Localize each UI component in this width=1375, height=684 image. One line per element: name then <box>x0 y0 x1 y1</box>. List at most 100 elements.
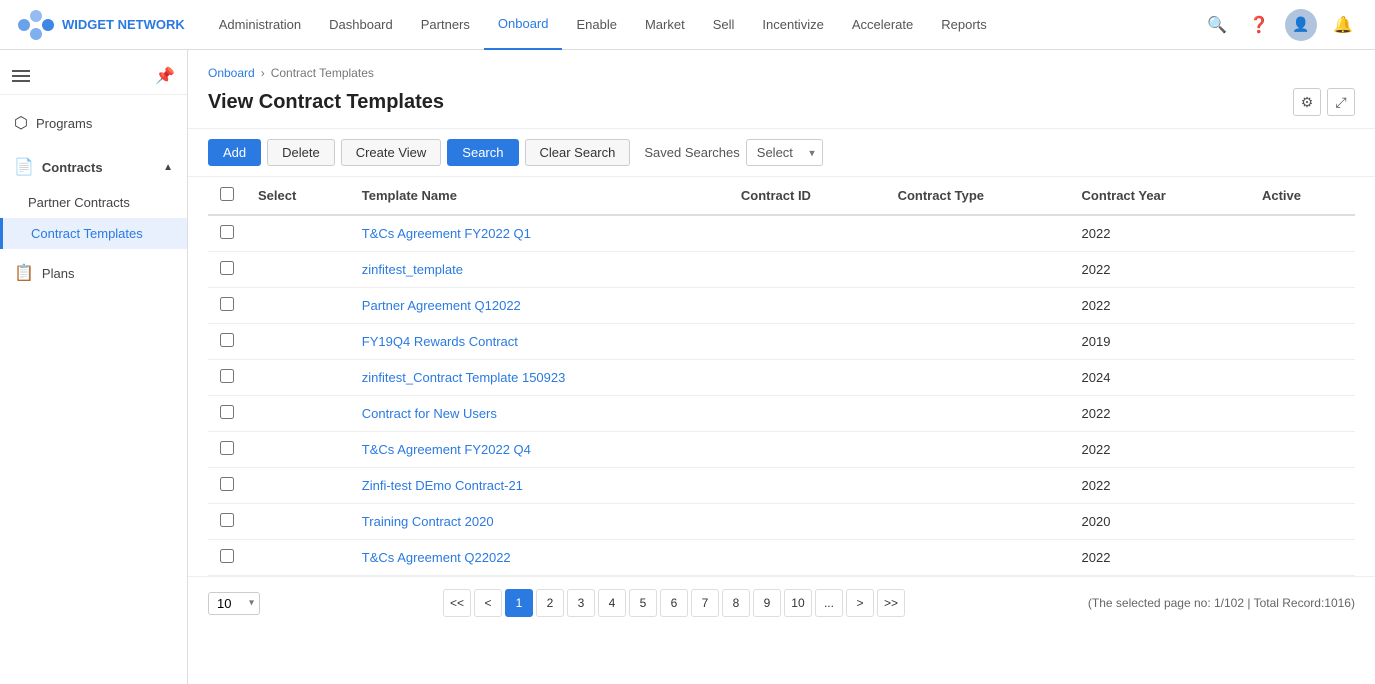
table-body: T&Cs Agreement FY2022 Q1 2022 zinfitest_… <box>208 215 1355 576</box>
hamburger-button[interactable] <box>12 70 30 82</box>
main-content: Onboard › Contract Templates View Contra… <box>188 50 1375 684</box>
search-nav-button[interactable]: 🔍 <box>1201 9 1233 41</box>
clear-search-button[interactable]: Clear Search <box>525 139 631 166</box>
page-btn-3[interactable]: 3 <box>567 589 595 617</box>
contracts-chevron: ▲ <box>163 162 173 173</box>
row-select-cell-4 <box>246 360 350 396</box>
settings-view-button[interactable]: ⚙ <box>1293 88 1321 116</box>
user-avatar[interactable]: 👤 <box>1285 9 1317 41</box>
row-contract-id-5 <box>729 396 886 432</box>
row-checkbox-0[interactable] <box>220 225 234 239</box>
pin-sidebar-button[interactable]: 📌 <box>155 66 175 86</box>
row-checkbox-cell <box>208 360 246 396</box>
row-checkbox-8[interactable] <box>220 513 234 527</box>
row-select-cell-5 <box>246 396 350 432</box>
breadcrumb-root[interactable]: Onboard <box>208 66 255 80</box>
search-button[interactable]: Search <box>447 139 518 166</box>
sidebar-section-plans: 📋 Plans <box>0 253 187 293</box>
row-contract-year-1: 2022 <box>1070 252 1250 288</box>
row-contract-type-2 <box>886 288 1070 324</box>
row-checkbox-7[interactable] <box>220 477 234 491</box>
template-name-link-5[interactable]: Contract for New Users <box>362 406 497 421</box>
row-checkbox-4[interactable] <box>220 369 234 383</box>
sidebar-item-plans[interactable]: 📋 Plans <box>0 253 187 293</box>
row-checkbox-9[interactable] <box>220 549 234 563</box>
page-btn-...[interactable]: ... <box>815 589 843 617</box>
page-btn-<<[interactable]: << <box>443 589 471 617</box>
nav-link-accelerate[interactable]: Accelerate <box>838 0 927 50</box>
sidebar-item-plans-label: Plans <box>42 266 173 281</box>
row-checkbox-2[interactable] <box>220 297 234 311</box>
template-name-link-0[interactable]: T&Cs Agreement FY2022 Q1 <box>362 226 531 241</box>
notifications-button[interactable]: 🔔 <box>1327 9 1359 41</box>
nav-link-administration[interactable]: Administration <box>205 0 315 50</box>
page-title-actions: ⚙ ⤢ <box>1293 88 1355 116</box>
saved-searches-select[interactable]: Select <box>746 139 823 166</box>
table-row: T&Cs Agreement FY2022 Q4 2022 <box>208 432 1355 468</box>
row-template-name-1: zinfitest_template <box>350 252 729 288</box>
nav-link-incentivize[interactable]: Incentivize <box>748 0 837 50</box>
fullscreen-button[interactable]: ⤢ <box>1327 88 1355 116</box>
delete-button[interactable]: Delete <box>267 139 335 166</box>
row-contract-id-9 <box>729 540 886 576</box>
nav-link-reports[interactable]: Reports <box>927 0 1001 50</box>
page-btn-<[interactable]: < <box>474 589 502 617</box>
page-btn-10[interactable]: 10 <box>784 589 812 617</box>
page-btn-2[interactable]: 2 <box>536 589 564 617</box>
template-name-link-9[interactable]: T&Cs Agreement Q22022 <box>362 550 511 565</box>
template-name-link-8[interactable]: Training Contract 2020 <box>362 514 494 529</box>
table-row: zinfitest_Contract Template 150923 2024 <box>208 360 1355 396</box>
row-contract-type-8 <box>886 504 1070 540</box>
page-btn->>[interactable]: >> <box>877 589 905 617</box>
template-name-link-4[interactable]: zinfitest_Contract Template 150923 <box>362 370 566 385</box>
row-checkbox-6[interactable] <box>220 441 234 455</box>
row-select-cell-6 <box>246 432 350 468</box>
nav-link-dashboard[interactable]: Dashboard <box>315 0 407 50</box>
contract-templates-label: Contract Templates <box>31 226 143 241</box>
page-btn-4[interactable]: 4 <box>598 589 626 617</box>
plans-icon: 📋 <box>14 263 34 283</box>
nav-link-enable[interactable]: Enable <box>562 0 630 50</box>
page-btn-1[interactable]: 1 <box>505 589 533 617</box>
template-name-link-3[interactable]: FY19Q4 Rewards Contract <box>362 334 518 349</box>
sidebar-item-programs[interactable]: ⬡ Programs <box>0 103 187 143</box>
row-select-cell-3 <box>246 324 350 360</box>
table-row: Contract for New Users 2022 <box>208 396 1355 432</box>
select-all-checkbox[interactable] <box>220 187 234 201</box>
create-view-button[interactable]: Create View <box>341 139 442 166</box>
page-btn-9[interactable]: 9 <box>753 589 781 617</box>
sidebar-item-partner-contracts[interactable]: Partner Contracts <box>0 187 187 218</box>
template-name-link-6[interactable]: T&Cs Agreement FY2022 Q4 <box>362 442 531 457</box>
row-checkbox-5[interactable] <box>220 405 234 419</box>
template-name-link-7[interactable]: Zinfi-test DEmo Contract-21 <box>362 478 523 493</box>
template-name-link-1[interactable]: zinfitest_template <box>362 262 463 277</box>
page-btn-8[interactable]: 8 <box>722 589 750 617</box>
row-template-name-8: Training Contract 2020 <box>350 504 729 540</box>
page-btn-7[interactable]: 7 <box>691 589 719 617</box>
nav-link-market[interactable]: Market <box>631 0 699 50</box>
sidebar-group-contracts[interactable]: 📄 Contracts ▲ <box>0 147 187 187</box>
row-template-name-9: T&Cs Agreement Q22022 <box>350 540 729 576</box>
page-btn->[interactable]: > <box>846 589 874 617</box>
help-button[interactable]: ❓ <box>1243 9 1275 41</box>
row-contract-year-9: 2022 <box>1070 540 1250 576</box>
breadcrumb: Onboard › Contract Templates <box>208 66 1355 80</box>
table-header: Select Template Name Contract ID Contrac… <box>208 177 1355 215</box>
row-checkbox-3[interactable] <box>220 333 234 347</box>
page-btn-5[interactable]: 5 <box>629 589 657 617</box>
row-contract-id-1 <box>729 252 886 288</box>
nav-link-onboard[interactable]: Onboard <box>484 0 563 50</box>
add-button[interactable]: Add <box>208 139 261 166</box>
contract-templates-table: Select Template Name Contract ID Contrac… <box>208 177 1355 576</box>
nav-link-partners[interactable]: Partners <box>407 0 484 50</box>
nav-link-sell[interactable]: Sell <box>699 0 749 50</box>
sidebar-item-contract-templates[interactable]: Contract Templates <box>0 218 187 249</box>
row-contract-id-7 <box>729 468 886 504</box>
row-contract-type-3 <box>886 324 1070 360</box>
page-size-dropdown[interactable]: 10 25 50 100 <box>208 592 260 615</box>
template-name-link-2[interactable]: Partner Agreement Q12022 <box>362 298 521 313</box>
row-checkbox-cell <box>208 215 246 252</box>
page-btn-6[interactable]: 6 <box>660 589 688 617</box>
logo-area: WIDGET NETWORK <box>16 8 185 42</box>
row-checkbox-1[interactable] <box>220 261 234 275</box>
